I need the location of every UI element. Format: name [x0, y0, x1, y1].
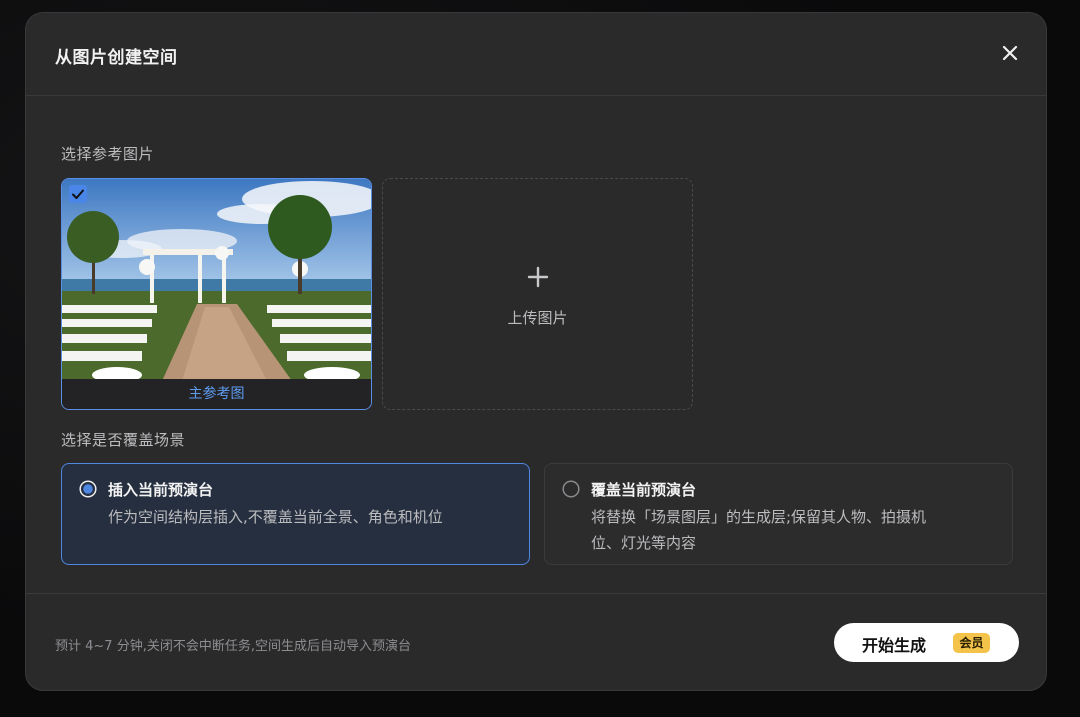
option-insert-title: 插入当前预演台 — [108, 481, 214, 499]
footer-divider — [26, 593, 1046, 594]
upload-image-button[interactable]: 上传图片 — [382, 178, 693, 410]
reference-section-label: 选择参考图片 — [61, 145, 155, 163]
option-overwrite-title: 覆盖当前预演台 — [591, 481, 697, 499]
dialog-title: 从图片创建空间 — [55, 48, 178, 68]
option-overwrite-desc-line1: 将替换「场景图层」的生成层;保留其人物、拍摄机 — [591, 508, 927, 526]
option-overwrite-desc: 将替换「场景图层」的生成层;保留其人物、拍摄机 位、灯光等内容 — [591, 504, 991, 556]
upload-image-label: 上传图片 — [507, 309, 568, 327]
wedding-venue-photo — [62, 179, 371, 381]
option-overwrite-desc-line2: 位、灯光等内容 — [591, 534, 697, 552]
check-icon — [72, 189, 84, 199]
option-insert-desc: 作为空间结构层插入,不覆盖当前全景、角色和机位 — [108, 508, 443, 526]
main-reference-caption: 主参考图 — [62, 379, 371, 409]
option-insert-stage[interactable]: 插入当前预演台 作为空间结构层插入,不覆盖当前全景、角色和机位 — [61, 463, 530, 565]
radio-selected-icon[interactable] — [79, 480, 97, 498]
selected-checkbox[interactable] — [69, 185, 87, 203]
vip-badge: 会员 — [953, 633, 990, 653]
option-overwrite-stage[interactable]: 覆盖当前预演台 将替换「场景图层」的生成层;保留其人物、拍摄机 位、灯光等内容 — [544, 463, 1013, 565]
footer-note: 预计 4~7 分钟,关闭不会中断任务,空间生成后自动导入预演台 — [55, 639, 411, 654]
radio-unselected-icon[interactable] — [562, 480, 580, 498]
start-generate-label: 开始生成 — [862, 636, 927, 655]
overwrite-section-label: 选择是否覆盖场景 — [61, 431, 186, 449]
create-space-dialog: 从图片创建空间 选择参考图片 主参考图 上传图片 选择是否覆盖场景 插入当前预演… — [25, 12, 1047, 691]
dialog-header: 从图片创建空间 — [26, 13, 1046, 96]
start-generate-button[interactable]: 开始生成 会员 — [834, 623, 1019, 662]
plus-icon — [527, 266, 549, 288]
main-reference-card[interactable]: 主参考图 — [61, 178, 372, 410]
close-icon[interactable] — [1000, 43, 1020, 63]
